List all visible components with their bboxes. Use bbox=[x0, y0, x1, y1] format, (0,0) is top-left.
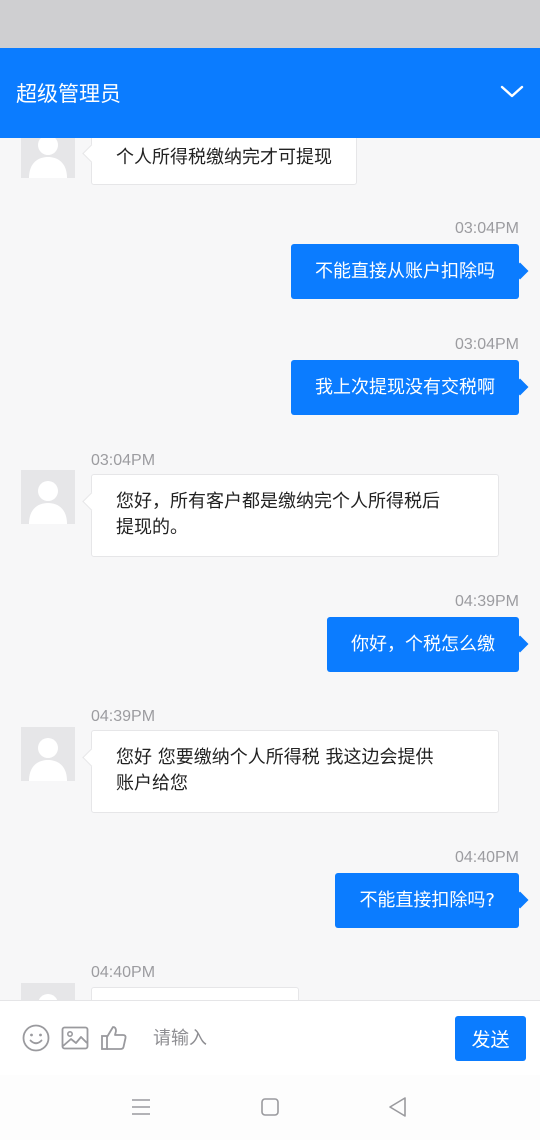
emoji-icon[interactable] bbox=[21, 1023, 51, 1053]
avatar[interactable] bbox=[21, 727, 75, 781]
message-timestamp: 04:39PM bbox=[454, 593, 519, 610]
message-timestamp: 03:04PM bbox=[454, 336, 519, 353]
image-icon[interactable] bbox=[60, 1023, 90, 1053]
chat-header: 超级管理员 bbox=[0, 48, 540, 138]
message-bubble-outgoing: 不能直接从账户扣除吗 bbox=[291, 244, 519, 299]
back-triangle-icon[interactable] bbox=[386, 1095, 410, 1119]
thumbs-up-icon[interactable] bbox=[99, 1023, 129, 1053]
message-bubble-incoming: 您好，所有客户都是缴纳完个人所得税后 提现的。 bbox=[91, 474, 499, 557]
message-timestamp: 03:04PM bbox=[454, 220, 519, 237]
message-timestamp: 04:40PM bbox=[91, 964, 156, 981]
home-square-icon[interactable] bbox=[258, 1095, 282, 1119]
message-bubble-outgoing: 你好，个税怎么缴 bbox=[327, 617, 519, 672]
message-timestamp: 04:40PM bbox=[454, 849, 519, 866]
avatar[interactable] bbox=[21, 983, 75, 1000]
message-text: 不能直接扣除吗? bbox=[359, 890, 495, 911]
input-bar: 发送 bbox=[0, 1000, 540, 1075]
menu-icon[interactable] bbox=[129, 1095, 153, 1119]
message-input[interactable] bbox=[138, 1015, 438, 1061]
message-text: 我上次提现没有交税啊 bbox=[315, 377, 495, 398]
message-bubble-incoming bbox=[91, 987, 299, 1000]
message-timestamp: 03:04PM bbox=[91, 452, 156, 469]
message-text: 不能直接从账户扣除吗 bbox=[315, 261, 495, 282]
message-text-line: 您好，所有客户都是缴纳完个人所得税后 bbox=[116, 491, 440, 512]
message-bubble-outgoing: 不能直接扣除吗? bbox=[335, 873, 519, 928]
send-button[interactable]: 发送 bbox=[455, 1016, 526, 1061]
system-nav-bar bbox=[0, 1075, 540, 1140]
message-text-line: 提现的。 bbox=[116, 517, 188, 538]
message-bubble-incoming: 个人所得税缴纳完才可提现 bbox=[91, 138, 357, 185]
message-text: 你好，个税怎么缴 bbox=[351, 634, 495, 655]
avatar[interactable] bbox=[21, 470, 75, 524]
chevron-down-icon[interactable] bbox=[500, 82, 524, 102]
message-bubble-outgoing: 我上次提现没有交税啊 bbox=[291, 360, 519, 415]
message-text: 个人所得税缴纳完才可提现 bbox=[116, 147, 332, 168]
message-timestamp: 04:39PM bbox=[91, 708, 156, 725]
message-text-line: 账户给您 bbox=[116, 773, 188, 794]
contact-name: 超级管理员 bbox=[16, 82, 121, 106]
message-bubble-incoming: 您好 您要缴纳个人所得税 我这边会提供 账户给您 bbox=[91, 730, 499, 813]
message-list[interactable]: 个人所得税缴纳完才可提现 03:04PM 不能直接从账户扣除吗 03:04PM … bbox=[0, 138, 540, 1000]
status-bar bbox=[0, 0, 540, 48]
message-text-line: 您好 您要缴纳个人所得税 我这边会提供 bbox=[116, 747, 434, 768]
avatar[interactable] bbox=[21, 138, 75, 178]
